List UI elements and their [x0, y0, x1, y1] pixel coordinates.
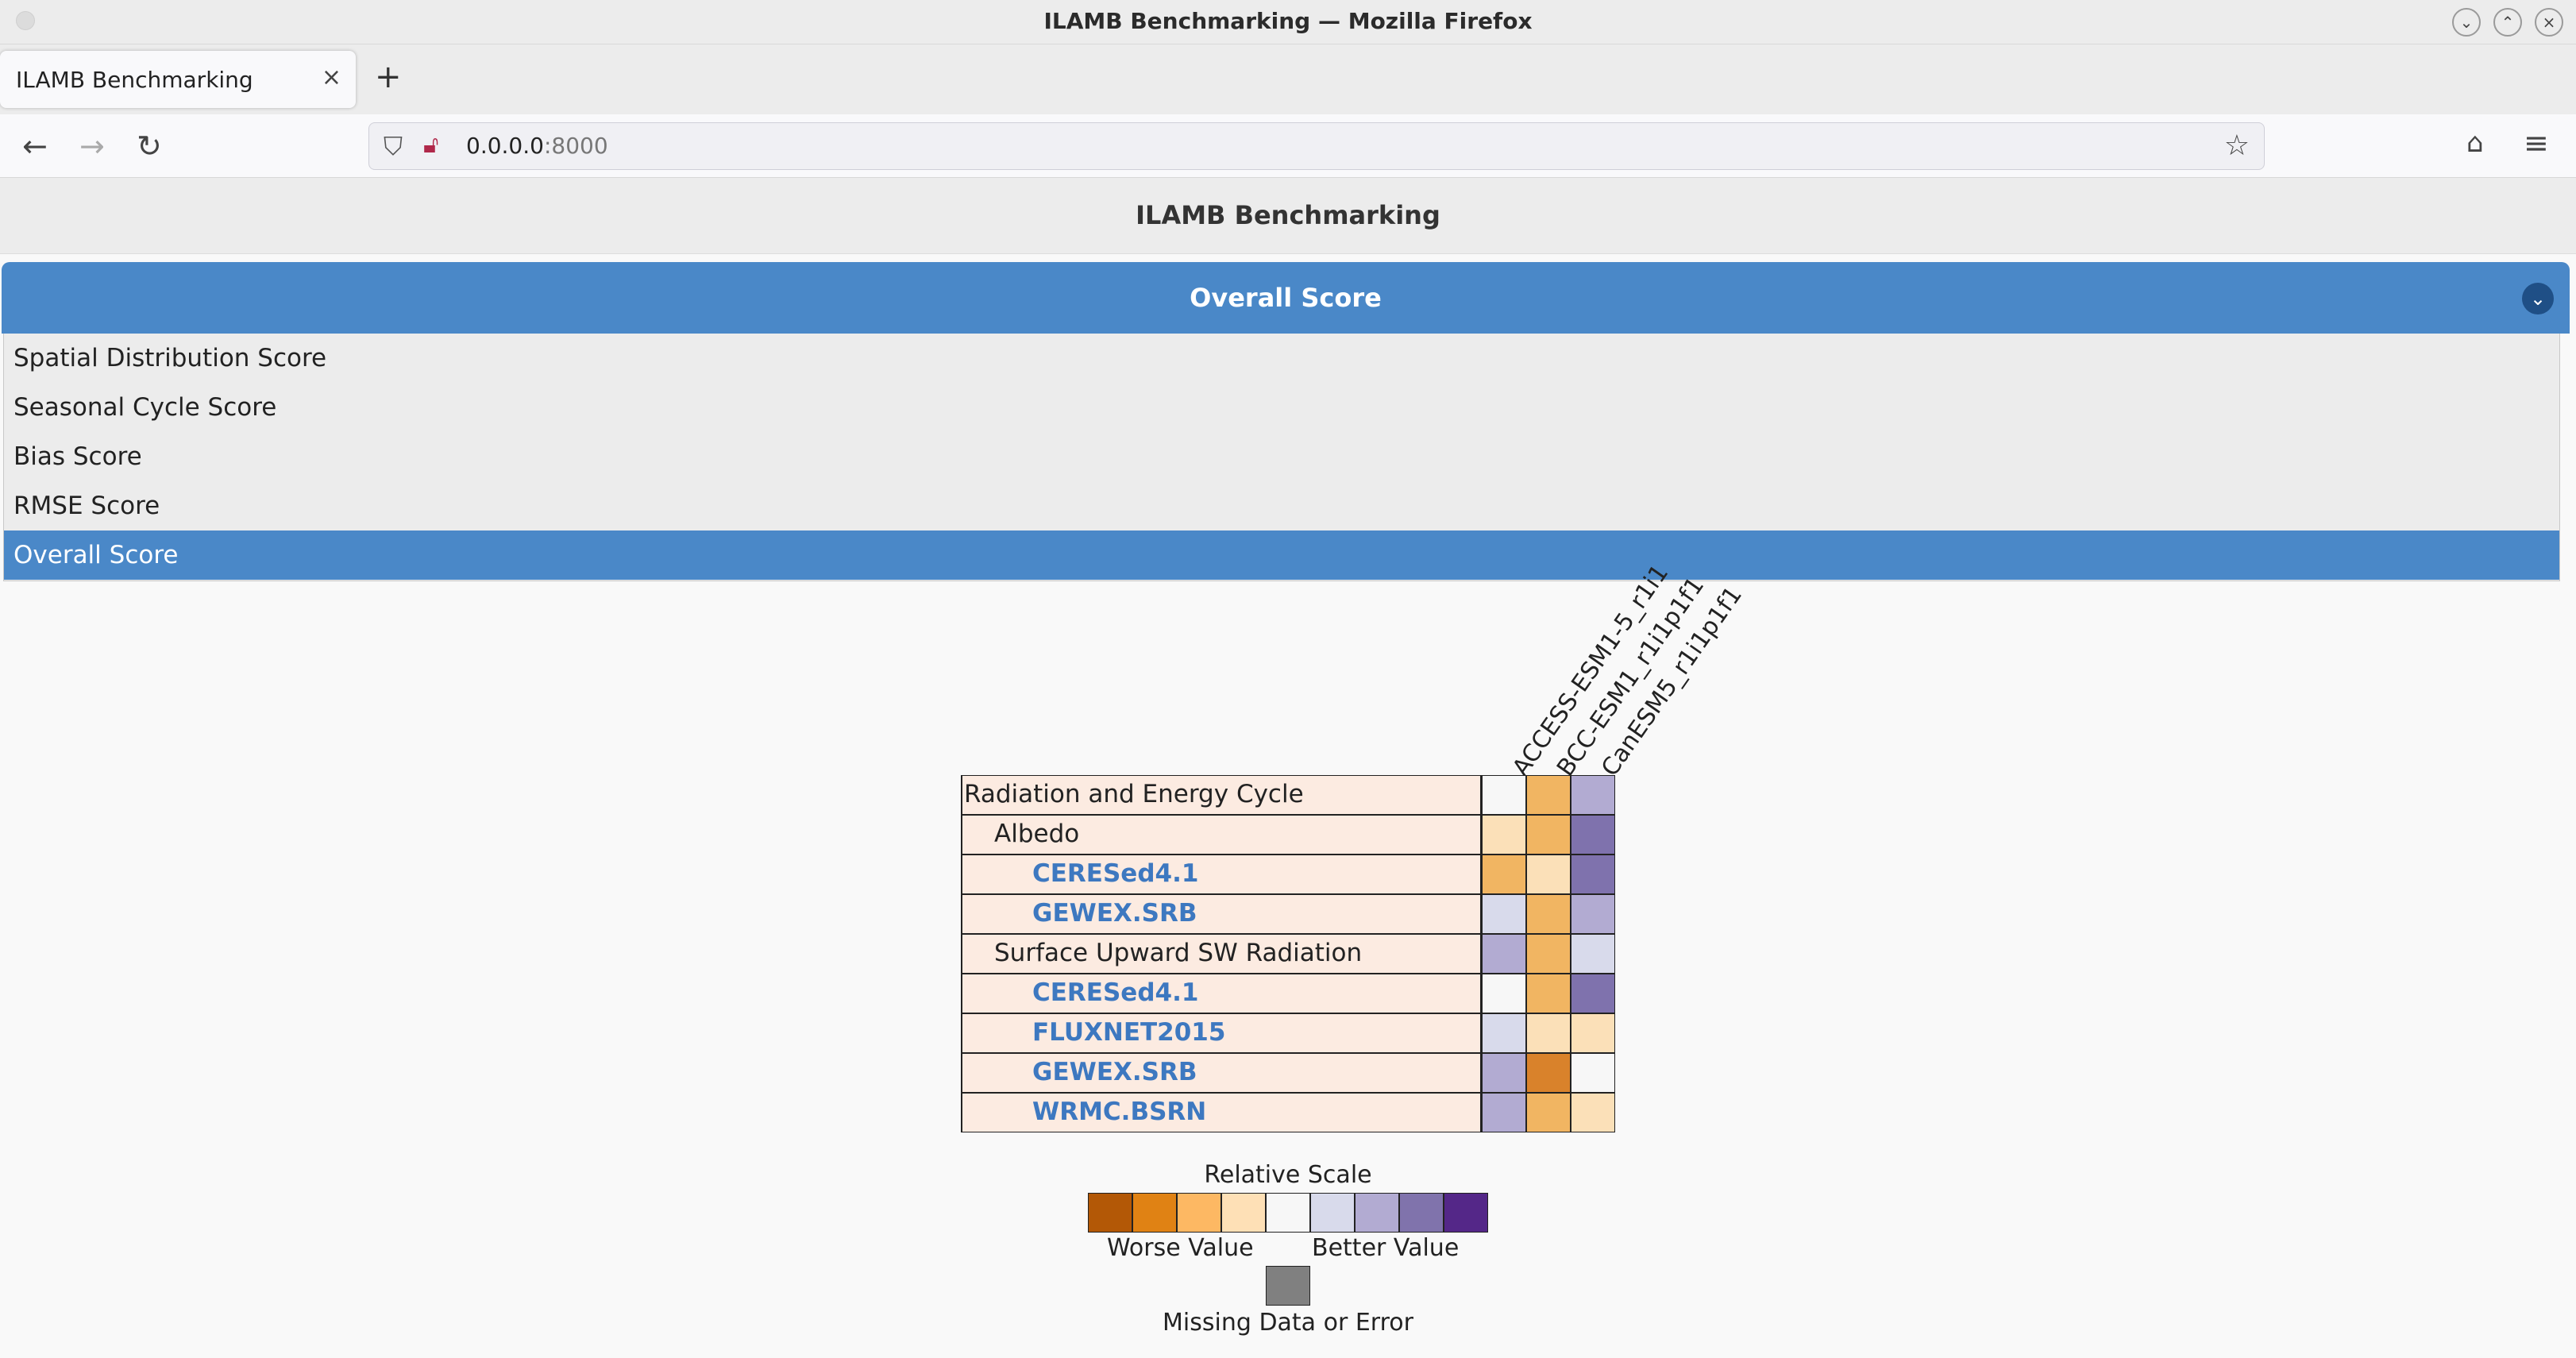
score-cell[interactable] [1526, 855, 1571, 894]
shield-icon[interactable]: ⛉ [384, 131, 403, 162]
dataset-link[interactable]: WRMC.BSRN [961, 1093, 1482, 1132]
tab-close-icon[interactable]: × [322, 64, 341, 91]
legend-swatch [1132, 1193, 1177, 1233]
legend-swatch [1177, 1193, 1221, 1233]
score-cell[interactable] [1571, 815, 1615, 855]
option-spatial-distribution[interactable]: Spatial Distribution Score [4, 334, 2559, 383]
legend-swatch [1088, 1193, 1132, 1233]
row-label: Albedo [961, 815, 1482, 855]
score-cell[interactable] [1571, 1013, 1615, 1053]
dataset-link[interactable]: CERESed4.1 [961, 974, 1482, 1013]
tab-ilamb[interactable]: ILAMB Benchmarking × [0, 51, 356, 108]
score-cell[interactable] [1526, 1013, 1571, 1053]
legend-better-label: Better Value [1312, 1234, 1460, 1262]
tab-label: ILAMB Benchmarking [16, 67, 253, 93]
navigation-bar: ← → ↻ ⛉ 🔓︎ 0.0.0.0:8000 ☆ ⌂ ≡ [0, 114, 2576, 178]
dataset-link[interactable]: FLUXNET2015 [961, 1013, 1482, 1053]
score-cell[interactable] [1526, 974, 1571, 1013]
page-content: ILAMB Benchmarking Overall Score ⌄ Spati… [0, 178, 2576, 1358]
score-cell[interactable] [1571, 974, 1615, 1013]
chevron-down-icon[interactable]: ⌄ [2522, 283, 2554, 314]
option-seasonal-cycle[interactable]: Seasonal Cycle Score [4, 383, 2559, 432]
score-cell[interactable] [1526, 1053, 1571, 1093]
selected-score-type: Overall Score [1190, 283, 1382, 313]
row-label: Radiation and Energy Cycle [961, 775, 1482, 815]
score-cell[interactable] [1482, 974, 1526, 1013]
legend-worse-label: Worse Value [1107, 1234, 1254, 1262]
menu-icon[interactable]: ≡ [2524, 125, 2549, 160]
score-cell[interactable] [1526, 775, 1571, 815]
reload-icon[interactable]: ↻ [137, 129, 162, 164]
page-title: ILAMB Benchmarking [1136, 200, 1440, 230]
legend-swatch [1310, 1193, 1355, 1233]
pocket-icon[interactable]: ⌂ [2466, 127, 2484, 159]
score-cell[interactable] [1482, 1093, 1526, 1132]
score-cell[interactable] [1526, 894, 1571, 934]
close-window-button[interactable]: × [2535, 8, 2563, 37]
tab-strip: ILAMB Benchmarking × + [0, 44, 2576, 114]
score-cell[interactable] [1571, 894, 1615, 934]
score-cell[interactable] [1526, 1093, 1571, 1132]
dataset-link[interactable]: CERESed4.1 [961, 855, 1482, 894]
score-cell[interactable] [1482, 775, 1526, 815]
score-cell[interactable] [1482, 934, 1526, 974]
score-cell[interactable] [1482, 1013, 1526, 1053]
score-cell[interactable] [1571, 1053, 1615, 1093]
url-text[interactable]: 0.0.0.0:8000 [466, 133, 608, 159]
legend-missing-swatch [1266, 1266, 1310, 1306]
score-cell[interactable] [1571, 1093, 1615, 1132]
score-cell[interactable] [1526, 934, 1571, 974]
score-cell[interactable] [1482, 894, 1526, 934]
window-titlebar: ILAMB Benchmarking — Mozilla Firefox ⌄ ⌃… [0, 0, 2576, 44]
legend-swatch [1444, 1193, 1488, 1233]
legend-missing-label: Missing Data or Error [1163, 1309, 1413, 1337]
window-title: ILAMB Benchmarking — Mozilla Firefox [1043, 8, 1533, 34]
score-cell[interactable] [1482, 1053, 1526, 1093]
maximize-button[interactable]: ⌃ [2493, 8, 2522, 37]
score-cell[interactable] [1526, 815, 1571, 855]
minimize-button[interactable]: ⌄ [2452, 8, 2481, 37]
legend-swatch [1355, 1193, 1399, 1233]
row-label: Surface Upward SW Radiation [961, 934, 1482, 974]
back-icon[interactable]: ← [22, 129, 48, 164]
dataset-link[interactable]: GEWEX.SRB [961, 894, 1482, 934]
score-type-options: Spatial Distribution Score Seasonal Cycl… [3, 334, 2560, 581]
new-tab-button[interactable]: + [375, 59, 402, 95]
score-cell[interactable] [1482, 815, 1526, 855]
option-overall[interactable]: Overall Score [4, 530, 2559, 580]
score-type-select[interactable]: Overall Score ⌄ [2, 262, 2570, 334]
option-bias[interactable]: Bias Score [4, 432, 2559, 481]
forward-icon[interactable]: → [79, 129, 105, 164]
score-cell[interactable] [1571, 855, 1615, 894]
bookmark-star-icon[interactable]: ☆ [2224, 129, 2250, 162]
url-bar[interactable]: ⛉ 🔓︎ 0.0.0.0:8000 ☆ [368, 122, 2265, 170]
legend-swatch [1399, 1193, 1444, 1233]
legend-title: Relative Scale [1204, 1161, 1372, 1189]
dataset-link[interactable]: GEWEX.SRB [961, 1053, 1482, 1093]
legend-swatch [1266, 1193, 1310, 1233]
insecure-lock-icon[interactable]: 🔓︎ [423, 131, 438, 159]
option-rmse[interactable]: RMSE Score [4, 481, 2559, 530]
page-header: ILAMB Benchmarking [0, 178, 2576, 254]
score-cell[interactable] [1482, 855, 1526, 894]
score-cell[interactable] [1571, 775, 1615, 815]
score-cell[interactable] [1571, 934, 1615, 974]
legend-swatch [1221, 1193, 1266, 1233]
